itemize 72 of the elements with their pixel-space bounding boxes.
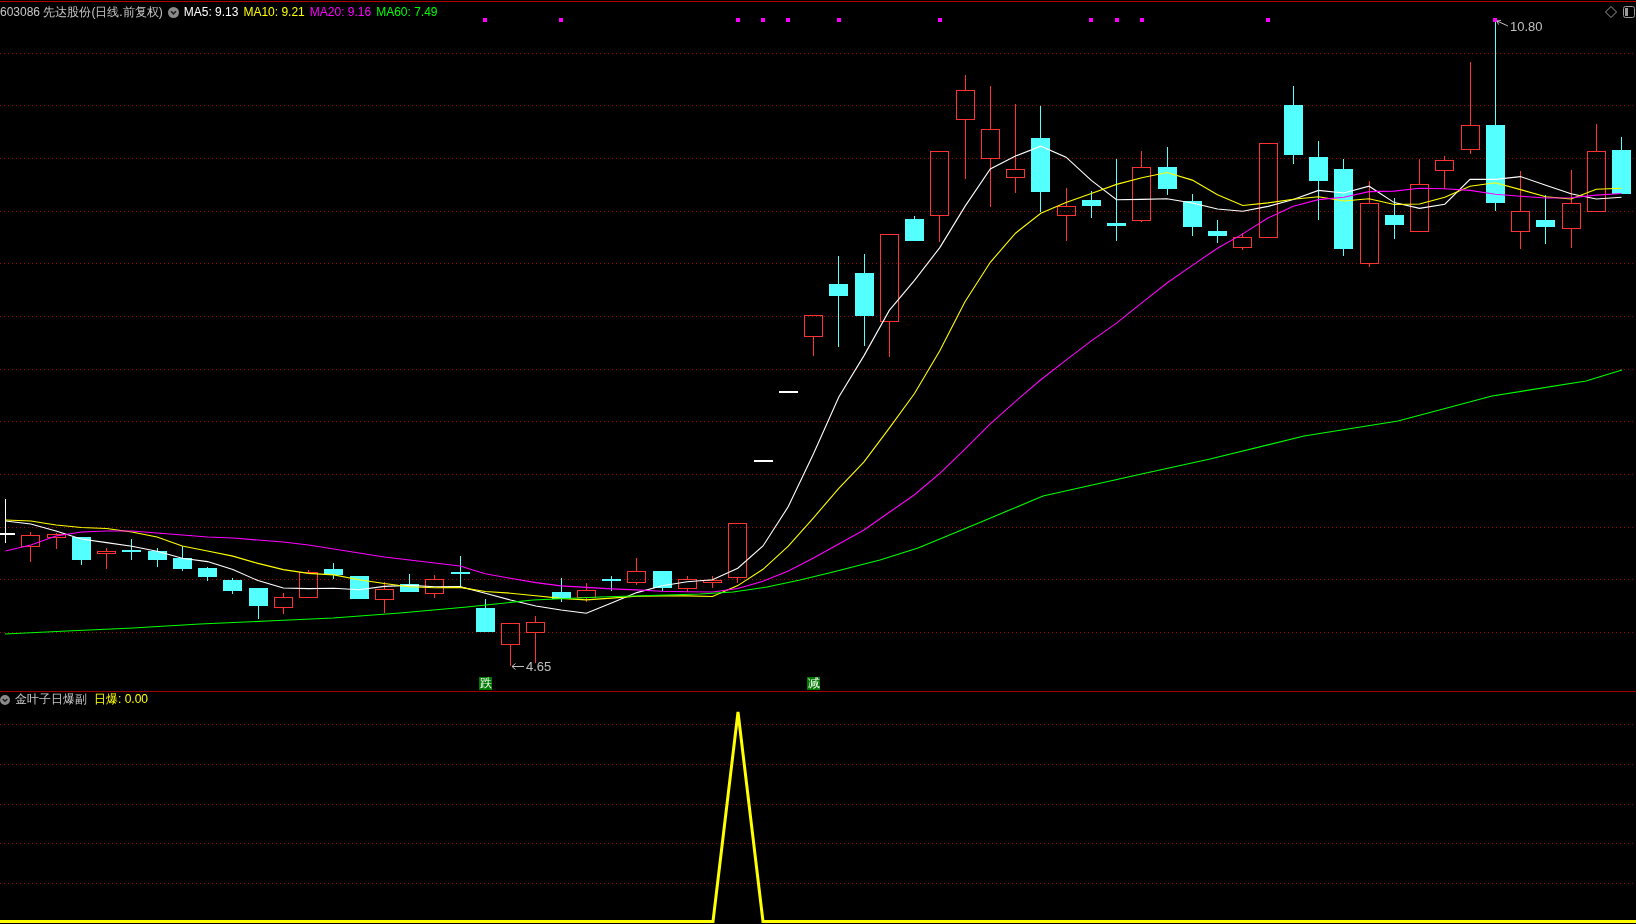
- stock-title: 603086 先达股份(日线.前复权): [0, 3, 163, 21]
- candlestick: [249, 588, 268, 620]
- candlestick: [198, 566, 217, 582]
- candlestick: [728, 523, 747, 584]
- candlestick: [602, 575, 621, 592]
- candlestick: [375, 581, 394, 614]
- marker-icon: [559, 18, 563, 22]
- panel-icon[interactable]: [1623, 6, 1635, 18]
- candlestick: [148, 547, 167, 568]
- candlestick: [1435, 155, 1454, 190]
- candlestick: [526, 615, 545, 664]
- candlestick: [451, 555, 470, 588]
- marker-icon: [1115, 18, 1119, 22]
- candlestick: [223, 577, 242, 595]
- candlestick: [1183, 193, 1202, 237]
- candlestick: [754, 460, 773, 462]
- candlestick: [577, 582, 596, 603]
- indicator-name: 金叶子日爆副: [15, 691, 87, 708]
- marker-icon: [938, 18, 942, 22]
- candlestick: [350, 576, 369, 599]
- marker-icon: [1266, 18, 1270, 22]
- candlestick: [905, 215, 924, 241]
- candlestick: [1536, 194, 1555, 245]
- candlestick: [627, 557, 646, 586]
- candlestick: [21, 531, 40, 563]
- candlestick: [1158, 146, 1177, 196]
- candlestick: [0, 498, 15, 544]
- marker-icon: [483, 18, 487, 22]
- candlestick: [1082, 190, 1101, 219]
- moving-average-value: MA60: 7.49: [376, 5, 438, 19]
- candlestick: [1233, 232, 1252, 251]
- marker-icon: [837, 18, 841, 22]
- marker-icon: [1493, 18, 1497, 22]
- marker-icon: [1089, 18, 1093, 22]
- chevron-circle-icon[interactable]: [167, 6, 179, 18]
- candlestick: [173, 545, 192, 572]
- marker-icon: [1140, 18, 1144, 22]
- candlestick: [703, 575, 722, 589]
- marker-icon: [786, 18, 790, 22]
- candlestick: [1057, 187, 1076, 242]
- moving-average-value: MA10: 9.21: [243, 5, 305, 19]
- candlestick: [400, 573, 419, 592]
- candlestick: [97, 547, 116, 570]
- candlestick: [47, 532, 66, 550]
- candlestick: [653, 571, 672, 592]
- moving-average-value: MA5: 9.13: [183, 5, 239, 19]
- marker-icon: [761, 18, 765, 22]
- candlestick: [678, 575, 697, 593]
- candlestick: [552, 577, 571, 603]
- marker-icon: [736, 18, 740, 22]
- candlestick: [122, 538, 141, 561]
- signal-tag: 减: [807, 677, 820, 690]
- candlestick: [299, 569, 318, 599]
- signal-tag: 跌: [479, 677, 492, 690]
- pointer-arrow: [1496, 20, 1509, 27]
- candlestick: [72, 537, 91, 566]
- candlestick: [425, 574, 444, 599]
- candlestick: [274, 592, 293, 615]
- price-label: 4.65: [526, 660, 552, 673]
- candlestick: [324, 562, 343, 580]
- candlestick: [804, 315, 823, 357]
- candlestick: [476, 598, 495, 632]
- price-label: 10.80: [1510, 20, 1543, 33]
- indicator-value: 日爆: 0.00: [94, 691, 149, 708]
- candlestick: [1385, 197, 1404, 240]
- chevron-circle-icon[interactable]: [0, 694, 10, 705]
- pointer-arrow: [511, 663, 525, 670]
- candlestick: [501, 623, 520, 667]
- candlestick: [1612, 136, 1631, 194]
- moving-average-value: MA20: 9.16: [309, 5, 372, 19]
- candlestick: [779, 391, 798, 393]
- candlestick: [1208, 219, 1227, 244]
